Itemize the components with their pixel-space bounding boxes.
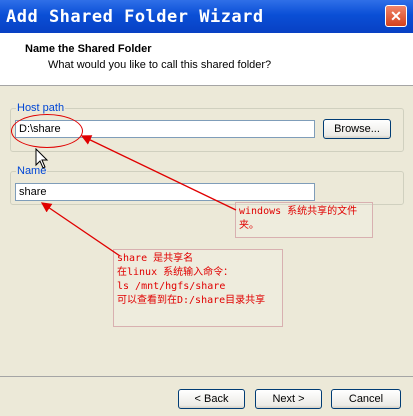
mouse-cursor-icon (35, 148, 49, 169)
name-arrow (40, 202, 121, 257)
annotation-arrows (40, 135, 237, 257)
windows-arrow (80, 135, 237, 211)
